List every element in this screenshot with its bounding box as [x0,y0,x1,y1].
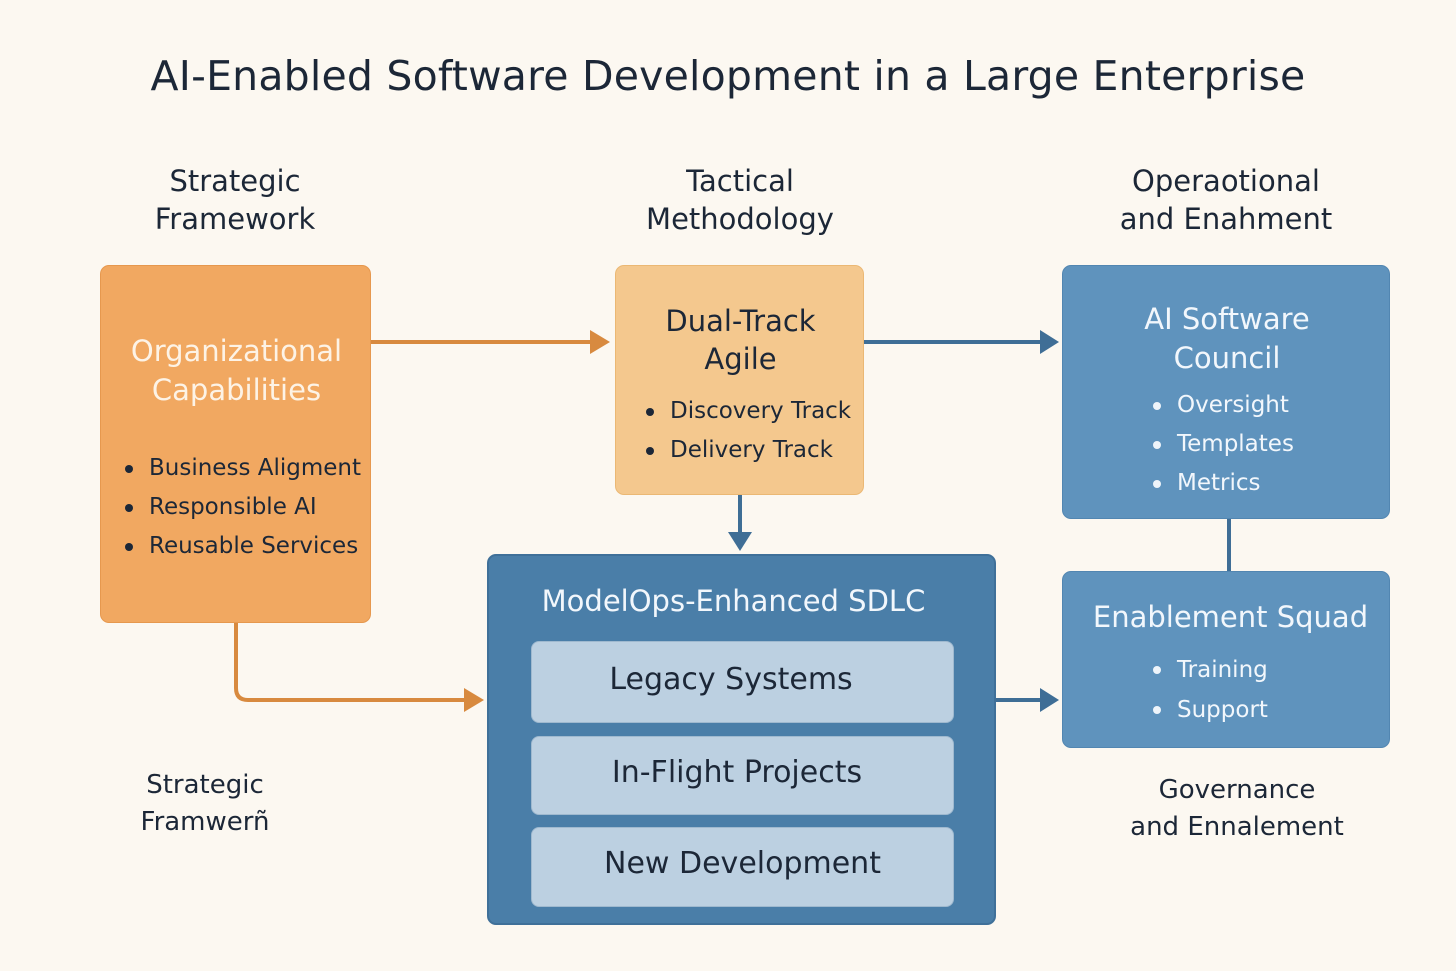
ai-software-council-title: AI Software Council [1063,300,1391,378]
list-item: Responsible AI [123,488,361,527]
arrow-org-to-agile [370,330,610,354]
list-item: Business Aligment [123,449,361,488]
bottom-label-line: Framwerñ [140,807,270,837]
box-title-line: Agile [704,342,777,376]
bottom-label-line: and Ennalement [1130,812,1344,842]
enablement-squad-title: Enablement Squad [1092,600,1369,634]
arrow-org-to-sdlc [234,622,484,712]
org-capabilities-box: Organizational Capabilities Business Ali… [100,265,371,623]
box-title-line: AI Software [1144,302,1310,336]
ai-software-council-box: AI Software Council Oversight Templates … [1062,265,1390,519]
legacy-systems-label: Legacy Systems [609,662,853,697]
in-flight-projects-panel: In-Flight Projects [531,736,954,815]
new-development-label: New Development [604,846,881,881]
enablement-squad-box: Enablement Squad Training Support [1062,571,1390,748]
org-capabilities-list: Business Aligment Responsible AI Reusabl… [123,449,361,566]
list-item: Templates [1151,425,1294,464]
list-item: Metrics [1151,464,1294,503]
list-item: Reusable Services [123,527,361,566]
arrow-agile-to-council [864,330,1059,354]
list-item: Delivery Track [644,431,851,470]
legacy-systems-panel: Legacy Systems [531,641,954,723]
list-item: Support [1151,690,1268,730]
ai-software-council-list: Oversight Templates Metrics [1151,386,1294,503]
bottom-label-line: Strategic [146,770,264,800]
bottom-label-line: Governance [1158,775,1316,805]
box-title-line: Council [1173,341,1281,375]
dual-track-agile-title: Dual-Track Agile [616,302,865,378]
in-flight-projects-label: In-Flight Projects [611,755,863,790]
box-title-line: Dual-Track [665,304,816,338]
box-title-line: Organizational [130,334,343,368]
list-item: Discovery Track [644,392,851,431]
enablement-squad-list: Training Support [1151,650,1268,730]
list-item: Oversight [1151,386,1294,425]
org-capabilities-title: Organizational Capabilities [101,332,372,410]
modelops-sdlc-title: ModelOps-Enhanced SDLC [541,584,926,618]
dual-track-agile-list: Discovery Track Delivery Track [644,392,851,470]
bottom-right-label: Governance and Ennalement [1106,772,1368,846]
bottom-left-label: Strategic Framwerñ [95,767,315,841]
arrow-sdlc-to-squad [995,688,1059,712]
box-title-line: Capabilities [151,373,322,407]
modelops-sdlc-box: ModelOps-Enhanced SDLC Legacy Systems In… [487,554,996,925]
new-development-panel: New Development [531,827,954,907]
list-item: Training [1151,650,1268,690]
dual-track-agile-box: Dual-Track Agile Discovery Track Deliver… [615,265,864,495]
arrow-agile-to-sdlc [728,495,752,551]
